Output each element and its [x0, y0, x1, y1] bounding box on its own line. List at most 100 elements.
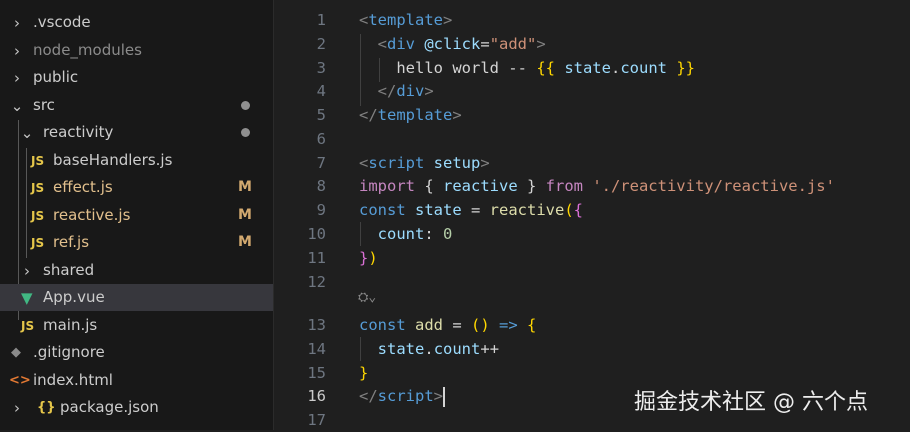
- token: count: [433, 340, 481, 358]
- file-ref-js[interactable]: JS ref.js M: [0, 229, 273, 256]
- token: script: [377, 387, 434, 405]
- line-number-active: 16: [307, 387, 326, 405]
- token: {: [527, 316, 537, 334]
- codelens-gear-icon[interactable]: ⛭⌄: [358, 290, 376, 305]
- file-basehandlers-js[interactable]: JS baseHandlers.js: [0, 147, 273, 174]
- vue-icon: ▼: [21, 288, 33, 307]
- token: 0: [443, 225, 453, 243]
- token: <: [359, 11, 369, 29]
- folder-reactivity[interactable]: ⌄ reactivity: [0, 119, 273, 146]
- chevron-right-icon: ›: [14, 68, 20, 87]
- token: const: [359, 316, 406, 334]
- token: (: [564, 201, 574, 219]
- tree-item-label: public: [33, 68, 79, 86]
- token: count: [620, 59, 667, 77]
- token: div: [387, 35, 416, 53]
- json-icon: {}: [37, 400, 56, 415]
- git-icon: ◆: [11, 345, 21, 360]
- code-line: </div>: [359, 79, 434, 103]
- token: from: [545, 177, 583, 195]
- line-number: 9: [316, 201, 326, 219]
- token: <: [377, 35, 388, 53]
- file-effect-js[interactable]: JS effect.js M: [0, 174, 273, 201]
- line-number: 5: [316, 106, 326, 124]
- tree-item-label: reactivity: [43, 123, 114, 141]
- tree-item-label: shared: [43, 261, 95, 279]
- tree-item-label: src: [33, 96, 55, 114]
- chevron-right-icon: ›: [14, 13, 20, 32]
- code-line: count: 0: [359, 222, 453, 246]
- token: {{: [536, 59, 555, 77]
- token: template: [377, 106, 453, 124]
- line-number: 3: [316, 59, 326, 77]
- line-number: 10: [307, 225, 326, 243]
- token: count: [377, 225, 425, 243]
- token: (): [471, 316, 490, 334]
- token: @click: [415, 35, 481, 53]
- token: script: [368, 154, 425, 172]
- folder-vscode[interactable]: › .vscode: [0, 9, 273, 36]
- file-app-vue[interactable]: ▼ App.vue: [0, 284, 273, 311]
- line-number: 13: [307, 316, 326, 334]
- tree-item-label: main.js: [43, 316, 98, 334]
- javascript-icon: JS: [31, 180, 45, 195]
- token: reactive: [489, 201, 565, 219]
- token: =: [480, 35, 490, 53]
- tree-item-label: .gitignore: [33, 343, 105, 361]
- token: =: [461, 201, 490, 219]
- token: >: [536, 35, 546, 53]
- code-line: const add = () => {: [359, 313, 536, 337]
- line-number: 7: [316, 154, 326, 172]
- tree-item-label: node_modules: [33, 41, 142, 59]
- file-main-js[interactable]: JS main.js: [0, 312, 273, 339]
- token: }: [359, 249, 369, 267]
- line-number: 14: [307, 340, 326, 358]
- token: =: [443, 316, 471, 334]
- code-line: </template>: [359, 103, 462, 127]
- folder-src[interactable]: ⌄ src: [0, 92, 273, 119]
- token: >: [433, 387, 444, 405]
- chevron-right-icon: ›: [14, 398, 20, 417]
- token: add: [405, 316, 443, 334]
- token: .: [424, 340, 434, 358]
- file-explorer: › .vscode › node_modules › public ⌄ src …: [0, 0, 274, 430]
- token: >: [452, 106, 462, 124]
- line-number: 6: [316, 130, 326, 148]
- token: const: [359, 201, 406, 219]
- token: template: [368, 11, 443, 29]
- tree-item-label: ref.js: [53, 233, 90, 251]
- modified-dot: [241, 101, 250, 110]
- code-line: <template>: [359, 8, 452, 32]
- token: .: [610, 59, 621, 77]
- code-line: }): [359, 246, 378, 270]
- token: reactive: [443, 177, 518, 195]
- token: import: [359, 177, 415, 195]
- token: "add": [489, 35, 537, 53]
- text-cursor: [443, 386, 446, 407]
- token: :: [424, 225, 444, 243]
- file-gitignore[interactable]: ◆ .gitignore: [0, 339, 273, 366]
- file-package-json[interactable]: › {} package.json: [0, 394, 273, 421]
- tree-item-label: reactive.js: [53, 206, 131, 224]
- folder-shared[interactable]: › shared: [0, 257, 273, 284]
- code-line: hello world -- {{ state.count }}: [359, 56, 695, 80]
- modified-badge: M: [238, 207, 252, 223]
- tree-item-label: .vscode: [33, 13, 91, 31]
- line-number: 17: [307, 411, 326, 429]
- code-line: const state = reactive({: [359, 198, 583, 222]
- tree-item-label: effect.js: [53, 178, 113, 196]
- modified-badge: M: [238, 234, 252, 250]
- line-number: 8: [316, 177, 326, 195]
- folder-public[interactable]: › public: [0, 64, 273, 91]
- token: </: [359, 106, 378, 124]
- folder-node-modules[interactable]: › node_modules: [0, 37, 273, 64]
- line-number: 4: [316, 82, 326, 100]
- tree-item-label: package.json: [60, 398, 159, 416]
- file-reactive-js[interactable]: JS reactive.js M: [0, 202, 273, 229]
- watermark: 掘金技术社区 @ 六个点: [634, 390, 868, 415]
- javascript-icon: JS: [21, 318, 35, 333]
- file-index-html[interactable]: <> index.html: [0, 367, 273, 394]
- code-editor[interactable]: 1 2 3 4 5 6 7 8 9 10 11 12 13 14 15 16 1…: [274, 0, 910, 430]
- code-line: import { reactive } from './reactivity/r…: [359, 174, 835, 198]
- modified-badge: M: [238, 179, 252, 195]
